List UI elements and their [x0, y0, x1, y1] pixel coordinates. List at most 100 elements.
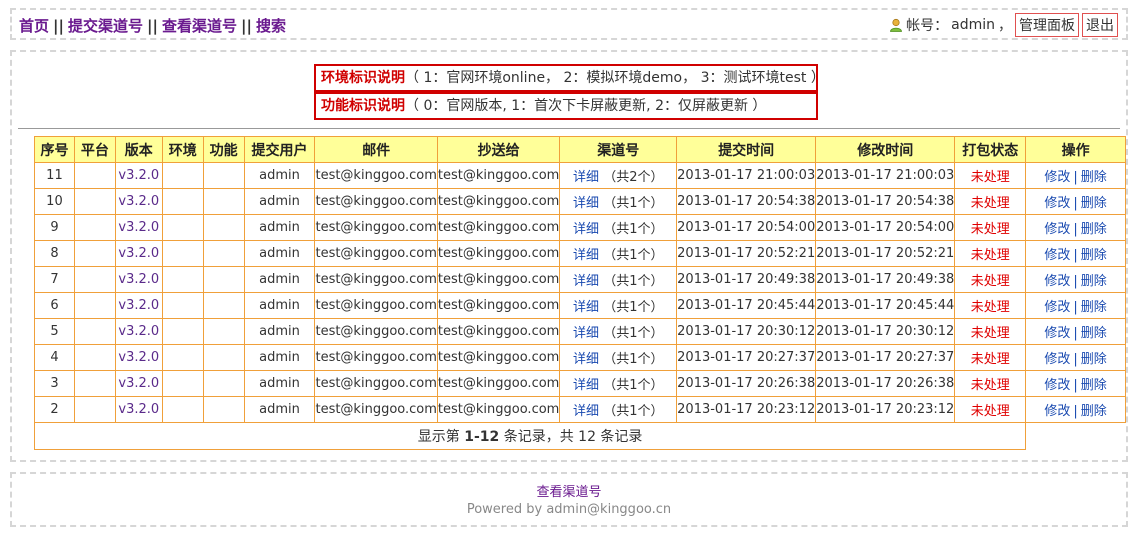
detail-link[interactable]: 详细 [573, 352, 599, 367]
edit-link[interactable]: 修改 [1044, 378, 1070, 393]
nav-search-link[interactable]: 搜索 [256, 17, 286, 35]
status-badge: 未处理 [954, 396, 1027, 423]
detail-link[interactable]: 详细 [573, 378, 599, 393]
detail-link[interactable]: 详细 [573, 196, 599, 211]
detail-link[interactable]: 详细 [573, 404, 599, 419]
cell-func [202, 214, 245, 241]
column-header: 提交时间 [676, 136, 817, 163]
delete-link[interactable]: 删除 [1081, 196, 1107, 211]
cell-user: admin [243, 370, 316, 397]
cell-version: v3.2.0 [114, 162, 163, 189]
action-separator: | [1073, 378, 1078, 393]
delete-link[interactable]: 删除 [1081, 170, 1107, 185]
detail-link[interactable]: 详细 [573, 274, 599, 289]
cell-cc: test@kinggoo.com [436, 344, 561, 371]
delete-link[interactable]: 删除 [1081, 222, 1107, 237]
column-header: 修改时间 [815, 136, 956, 163]
cell-id: 6 [34, 292, 75, 319]
cell-cc: test@kinggoo.com [436, 266, 561, 293]
delete-link[interactable]: 删除 [1081, 404, 1107, 419]
channel-count: （共1个） [603, 378, 664, 393]
status-badge: 未处理 [954, 318, 1027, 345]
cell-email: test@kinggoo.com [314, 266, 438, 293]
cell-env [161, 344, 204, 371]
edit-link[interactable]: 修改 [1044, 326, 1070, 341]
edit-link[interactable]: 修改 [1044, 274, 1070, 289]
cell-cc: test@kinggoo.com [436, 318, 561, 345]
column-header: 渠道号 [559, 136, 678, 163]
cell-email: test@kinggoo.com [314, 396, 438, 423]
cell-modified: 2013-01-17 21:00:03 [815, 162, 956, 189]
edit-link[interactable]: 修改 [1044, 352, 1070, 367]
footer-view-link[interactable]: 查看渠道号 [536, 485, 601, 500]
cell-id: 7 [34, 266, 75, 293]
delete-link[interactable]: 删除 [1081, 352, 1107, 367]
detail-link[interactable]: 详细 [573, 222, 599, 237]
action-separator: | [1073, 326, 1078, 341]
cell-id: 5 [34, 318, 75, 345]
nav-separator: || [240, 17, 252, 35]
edit-link[interactable]: 修改 [1044, 170, 1070, 185]
cell-modified: 2013-01-17 20:49:38 [815, 266, 956, 293]
action-separator: | [1073, 274, 1078, 289]
record-summary: 显示第 1-12 条记录，共 12 条记录 [33, 422, 1027, 450]
nav-separator: || [53, 17, 64, 35]
main-nav: 首页 || 提交渠道号 || 查看渠道号 || 搜索 [19, 15, 286, 36]
cell-email: test@kinggoo.com [314, 214, 438, 241]
channel-count: （共1个） [603, 326, 664, 341]
edit-link[interactable]: 修改 [1044, 248, 1070, 263]
delete-link[interactable]: 删除 [1081, 248, 1107, 263]
table-row: 7 v3.2.0 admin test@kinggoo.com test@kinggoo… [34, 266, 1126, 293]
cell-channel: 详细 （共1个） [559, 266, 678, 293]
cell-submitted: 2013-01-17 20:30:12 [676, 318, 817, 345]
logout-button[interactable]: 退出 [1082, 13, 1118, 37]
edit-link[interactable]: 修改 [1044, 222, 1070, 237]
channel-count: （共1个） [603, 404, 664, 419]
summary-prefix: 显示第 [417, 429, 465, 445]
top-bar: 首页 || 提交渠道号 || 查看渠道号 || 搜索 帐号： admin ， 管理面板 退出 [10, 8, 1128, 40]
nav-submit-link[interactable]: 提交渠道号 [68, 17, 143, 35]
column-header: 序号 [34, 136, 75, 163]
cell-modified: 2013-01-17 20:23:12 [815, 396, 956, 423]
cell-env [161, 396, 204, 423]
detail-link[interactable]: 详细 [573, 170, 599, 185]
edit-link[interactable]: 修改 [1044, 300, 1070, 315]
cell-cc: test@kinggoo.com [436, 292, 561, 319]
cell-env [161, 318, 204, 345]
admin-panel-button[interactable]: 管理面板 [1015, 13, 1079, 37]
cell-submitted: 2013-01-17 20:52:21 [676, 240, 817, 267]
cell-actions: 修改 | 删除 [1025, 370, 1126, 397]
cell-platform [73, 266, 116, 293]
cell-submitted: 2013-01-17 20:49:38 [676, 266, 817, 293]
account-label: 帐号： [906, 18, 949, 34]
nav-home-link[interactable]: 首页 [19, 17, 49, 35]
table-row: 5 v3.2.0 admin test@kinggoo.com test@kinggoo… [34, 318, 1126, 345]
cell-func [202, 240, 245, 267]
cell-email: test@kinggoo.com [314, 292, 438, 319]
detail-link[interactable]: 详细 [573, 300, 599, 315]
cell-submitted: 2013-01-17 20:54:38 [676, 188, 817, 215]
action-separator: | [1073, 248, 1078, 263]
detail-link[interactable]: 详细 [573, 326, 599, 341]
cell-channel: 详细 （共1个） [559, 396, 678, 423]
cell-channel: 详细 （共1个） [559, 370, 678, 397]
cell-actions: 修改 | 删除 [1025, 240, 1126, 267]
nav-view-link[interactable]: 查看渠道号 [162, 17, 237, 35]
delete-link[interactable]: 删除 [1081, 274, 1107, 289]
channel-count: （共1个） [603, 248, 664, 263]
cell-user: admin [243, 318, 316, 345]
cell-actions: 修改 | 删除 [1025, 266, 1126, 293]
cell-version: v3.2.0 [114, 318, 163, 345]
env-legend-key: 环境标识说明 [321, 70, 405, 86]
table-row: 8 v3.2.0 admin test@kinggoo.com test@kinggoo… [34, 240, 1126, 267]
delete-link[interactable]: 删除 [1081, 378, 1107, 393]
cell-submitted: 2013-01-17 20:27:37 [676, 344, 817, 371]
edit-link[interactable]: 修改 [1044, 404, 1070, 419]
delete-link[interactable]: 删除 [1081, 326, 1107, 341]
detail-link[interactable]: 详细 [573, 248, 599, 263]
cell-submitted: 2013-01-17 20:54:00 [676, 214, 817, 241]
cell-user: admin [243, 162, 316, 189]
cell-cc: test@kinggoo.com [436, 370, 561, 397]
edit-link[interactable]: 修改 [1044, 196, 1070, 211]
delete-link[interactable]: 删除 [1081, 300, 1107, 315]
